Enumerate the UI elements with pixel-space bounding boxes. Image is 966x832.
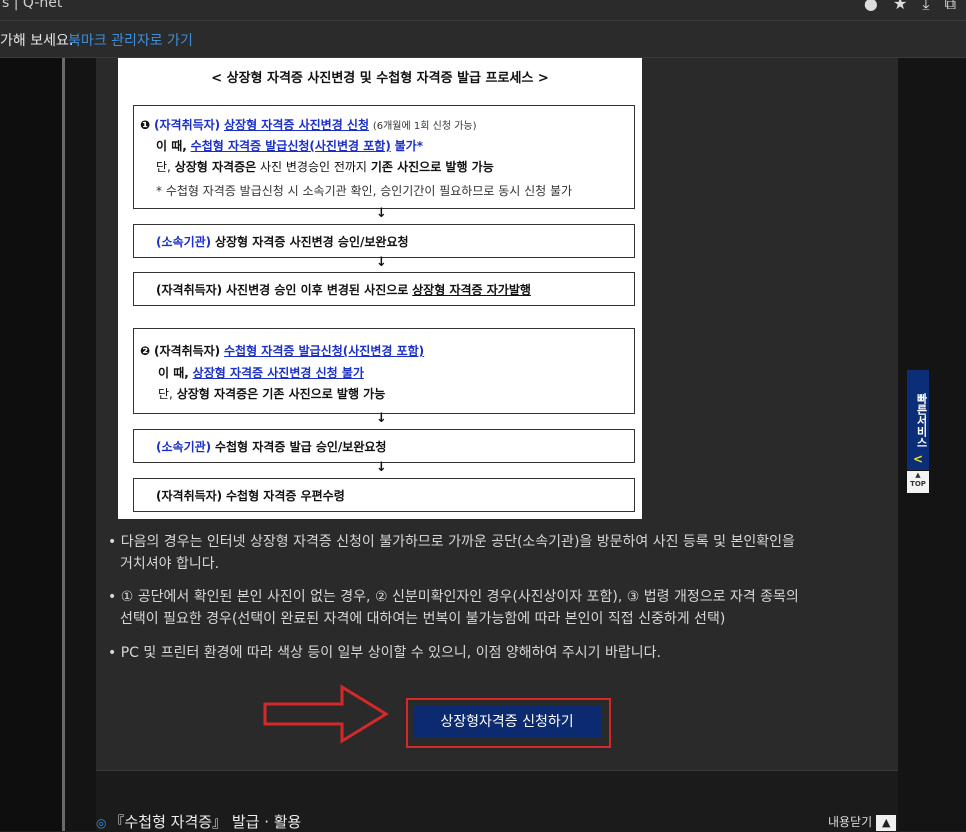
step1-role: (자격취득자) bbox=[154, 118, 221, 132]
step1-l2-prefix: 이 때, bbox=[156, 139, 187, 153]
close-content-button[interactable]: 내용닫기 ▲ bbox=[828, 813, 897, 831]
step2-box: (소속기관) 상장형 자격증 사진변경 승인/보완요청 bbox=[133, 224, 635, 258]
section-title: ◎ 『수첩형 자격증』 발급 · 활용 bbox=[96, 813, 302, 831]
step4-role: (자격취득자) bbox=[154, 344, 221, 358]
diagram-title: < 상장형 자격증 사진변경 및 수첩형 자격증 발급 프로세스 > bbox=[211, 71, 549, 86]
left-gap bbox=[65, 58, 96, 831]
arrow-down-icon: ↓ bbox=[376, 206, 387, 221]
step1-l3-bold: 상장형 자격증은 bbox=[174, 160, 257, 174]
step4-l3-prefix: 단, bbox=[158, 387, 173, 401]
step2-role: (소속기관) bbox=[156, 235, 212, 249]
favorite-star-icon[interactable]: ★ bbox=[893, 0, 907, 13]
scroll-top-button[interactable]: ▲ TOP bbox=[907, 471, 929, 493]
list-item-cont: 거치셔야 합니다. bbox=[120, 556, 220, 572]
step6-role: (자격취득자) bbox=[156, 489, 223, 503]
list-item: • ① 공단에서 확인된 본인 사진이 없는 경우, ② 신분미확인자인 경우(… bbox=[108, 589, 799, 605]
toolbar-icons: ● ★ ⤓ ⧉ bbox=[864, 0, 966, 14]
step3-end: 상장형 자격증 자가발행 bbox=[412, 283, 531, 297]
chevron-left-icon[interactable]: < bbox=[907, 450, 929, 468]
step1-l3-end: 기존 사진으로 발행 가능 bbox=[370, 160, 494, 174]
step6-text: 수첩형 자격증 우편수령 bbox=[226, 489, 345, 503]
step5-text: 수첩형 자격증 발급 승인/보완요청 bbox=[214, 440, 387, 454]
step4-box: ❷ (자격취득자) 수첩형 자격증 발급신청(사진변경 포함) 이 때, 상장형… bbox=[133, 328, 635, 414]
left-margin bbox=[0, 58, 62, 831]
step3-role: (자격취득자) bbox=[156, 283, 223, 297]
step4-marker: ❷ bbox=[140, 344, 151, 358]
bookmark-manager-link[interactable]: 북마크 관리자로 가기 bbox=[68, 30, 193, 50]
step1-action: 상장형 자격증 사진변경 신청 bbox=[224, 118, 370, 132]
bookmark-prompt: 가해 보세요. bbox=[0, 33, 74, 49]
step1-l3-mid: 사진 변경승인 전까지 bbox=[259, 160, 367, 174]
step1-l3-prefix: 단, bbox=[156, 160, 171, 174]
process-diagram: < 상장형 자격증 사진변경 및 수첩형 자격증 발급 프로세스 > ❶ (자격… bbox=[118, 58, 642, 519]
chevron-up-icon: ▲ bbox=[876, 814, 897, 831]
step6-box: (자격취득자) 수첩형 자격증 우편수령 bbox=[133, 478, 635, 512]
step2-text: 상장형 자격증 사진변경 승인/보완요청 bbox=[214, 235, 409, 249]
account-icon[interactable]: ● bbox=[864, 0, 878, 13]
step3-text: 사진변경 승인 이후 변경된 사진으로 bbox=[226, 283, 409, 297]
bookmark-bar: 가해 보세요. 북마크 관리자로 가기 bbox=[0, 21, 966, 58]
section-bullet-icon: ◎ bbox=[96, 816, 107, 830]
arrow-down-icon: ↓ bbox=[376, 255, 387, 270]
step4-l3-text: 상장형 자격증은 기존 사진으로 발행 가능 bbox=[176, 387, 386, 401]
browser-tab-bar: s | Q-net ● ★ ⤓ ⧉ bbox=[0, 0, 966, 21]
list-item: • 다음의 경우는 인터넷 상장형 자격증 신청이 불가하므로 가까운 공단(소… bbox=[108, 534, 795, 550]
download-icon[interactable]: ⤓ bbox=[922, 0, 929, 14]
step4-l2-prefix: 이 때, bbox=[158, 366, 189, 380]
red-arrow-annotation-icon bbox=[263, 684, 389, 744]
arrow-down-icon: ↓ bbox=[376, 460, 387, 475]
step1-l2-mid: 수첩형 자격증 발급신청(사진변경 포함) bbox=[190, 139, 391, 153]
step1-marker: ❶ bbox=[140, 118, 151, 132]
arrow-down-icon: ↓ bbox=[376, 411, 387, 426]
step5-role: (소속기관) bbox=[156, 440, 212, 454]
step1-l2-suffix: 불가* bbox=[394, 139, 423, 153]
list-item: • PC 및 프린터 환경에 따라 색상 등이 일부 상이할 수 있으니, 이점… bbox=[108, 645, 661, 661]
step3-box: (자격취득자) 사진변경 승인 이후 변경된 사진으로 상장형 자격증 자가발행 bbox=[133, 272, 635, 306]
step1-note: (6개월에 1회 신청 가능) bbox=[372, 121, 477, 132]
step4-l2-text: 상장형 자격증 사진변경 신청 불가 bbox=[192, 366, 364, 380]
tab-title[interactable]: s | Q-net bbox=[2, 0, 62, 11]
share-icon[interactable]: ⧉ bbox=[945, 0, 956, 14]
list-item-cont: 선택이 필요한 경우(선택이 완료된 자격에 대하여는 번복이 불가능함에 따라… bbox=[120, 611, 726, 627]
step1-box: ❶ (자격취득자) 상장형 자격증 사진변경 신청 (6개월에 1회 신청 가능… bbox=[133, 105, 635, 209]
apply-certificate-button[interactable]: 상장형자격증 신청하기 bbox=[413, 705, 601, 737]
apply-button-highlight: 상장형자격증 신청하기 bbox=[406, 698, 611, 748]
step5-box: (소속기관) 수첩형 자격증 발급 승인/보완요청 bbox=[133, 429, 635, 463]
step4-action: 수첩형 자격증 발급신청(사진변경 포함) bbox=[224, 344, 425, 358]
step1-footnote: * 수첩형 자격증 발급신청 시 소속기관 확인, 승인기간이 필요하므로 동시… bbox=[156, 184, 573, 198]
